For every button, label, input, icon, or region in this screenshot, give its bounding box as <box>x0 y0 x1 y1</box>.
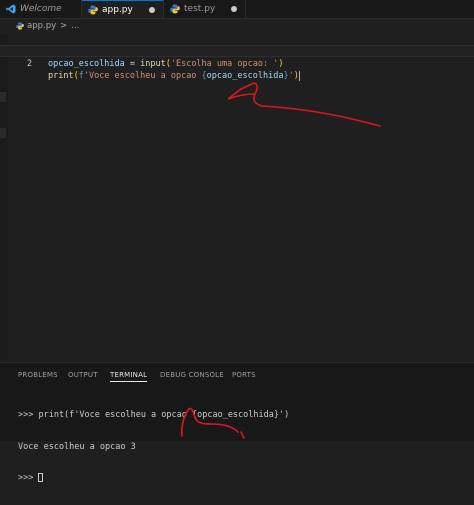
tab-app-py-label: app.py <box>102 4 133 15</box>
code-text: opcao_escolhida = input('Escolha uma opc… <box>48 58 283 70</box>
code-line-current[interactable]: 2 print(f'Voce escolheu a opcao {opcao_e… <box>0 45 474 81</box>
breadcrumb-file[interactable]: app.py <box>27 21 56 31</box>
token-bracket: ) <box>278 59 284 69</box>
tab-test-py[interactable]: test.py <box>164 0 246 18</box>
tab-problems[interactable]: PROBLEMS <box>18 371 58 379</box>
terminal-prompt-line: >>> <box>18 473 289 484</box>
tab-ports[interactable]: PORTS <box>232 371 256 379</box>
bottom-panel: PROBLEMS OUTPUT TERMINAL DEBUG CONSOLE P… <box>0 362 474 483</box>
editor-tab-bar: Welcome app.py test.py <box>0 0 474 19</box>
code-editor[interactable]: 1 opcao_escolhida = input('Escolha uma o… <box>0 34 474 360</box>
tab-welcome[interactable]: Welcome <box>0 0 82 18</box>
unsaved-dot-icon[interactable] <box>231 6 237 12</box>
terminal-line: Voce escolheu a opcao 3 <box>18 441 136 452</box>
breadcrumb-more[interactable]: ... <box>71 21 79 31</box>
terminal-line: >>> print(f'Voce escolheu a opcao {opcao… <box>18 410 290 420</box>
tab-terminal[interactable]: TERMINAL <box>110 371 148 382</box>
text-cursor <box>298 70 300 81</box>
terminal-output[interactable]: >>> print(f'Voce escolheu a opcao {opcao… <box>18 389 289 505</box>
python-icon <box>16 22 24 30</box>
token-variable: opcao_escolhida <box>48 59 125 69</box>
breadcrumb: app.py > ... <box>0 19 474 33</box>
tab-app-py[interactable]: app.py <box>82 0 164 18</box>
tab-test-py-label: test.py <box>184 4 216 14</box>
line-number: 2 <box>26 59 32 69</box>
terminal-cursor <box>38 473 44 482</box>
vscode-logo-icon <box>6 4 16 14</box>
tab-debug-console[interactable]: DEBUG CONSOLE <box>160 371 224 379</box>
panel-tab-bar: PROBLEMS OUTPUT TERMINAL DEBUG CONSOLE P… <box>0 363 474 389</box>
tab-output[interactable]: OUTPUT <box>68 371 98 379</box>
token-variable: opcao_escolhida <box>206 71 284 81</box>
gutter-marker <box>0 128 6 138</box>
terminal-prompt: >>> <box>18 473 39 483</box>
python-icon <box>88 5 98 14</box>
code-text: print(f'Voce escolheu a opcao {opcao_esc… <box>48 70 300 82</box>
token-string: 'Voce escolheu a opcao <box>83 71 202 81</box>
token-operator: = <box>124 59 141 69</box>
python-icon <box>170 4 180 14</box>
token-string: 'Escolha uma opcao: ' <box>170 59 279 69</box>
unsaved-dot-icon[interactable] <box>149 6 155 13</box>
token-function: input <box>140 59 166 69</box>
tab-welcome-label: Welcome <box>20 4 62 14</box>
token-function: print <box>48 71 74 81</box>
breadcrumb-separator: > <box>60 21 68 31</box>
